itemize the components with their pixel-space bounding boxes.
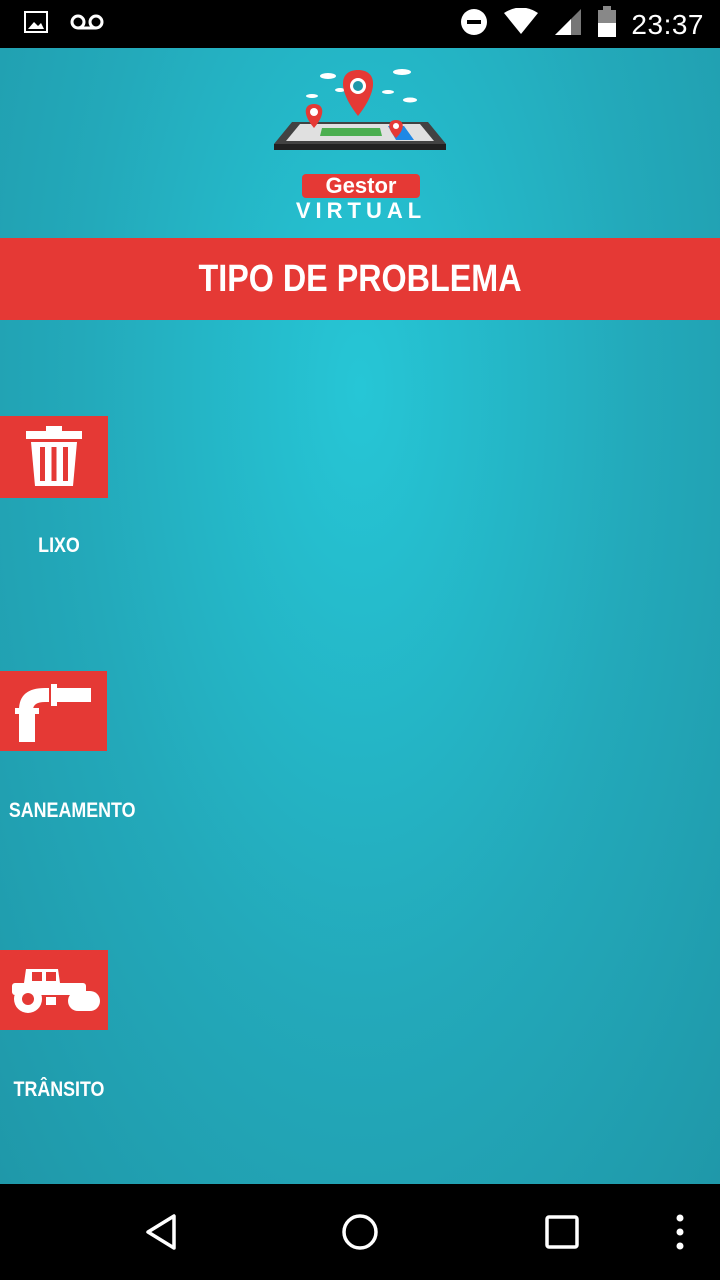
back-icon xyxy=(146,1214,176,1250)
trash-can-icon xyxy=(26,426,82,486)
category-lixo[interactable]: LIXO xyxy=(0,416,118,576)
home-button[interactable] xyxy=(338,1210,382,1254)
category-transito-button[interactable] xyxy=(0,950,108,1030)
battery-icon xyxy=(597,6,617,43)
back-button[interactable] xyxy=(140,1210,184,1254)
home-icon xyxy=(342,1214,378,1250)
logo-text-virtual: VIRTUAL xyxy=(295,198,427,223)
category-saneamento-label: SANEAMENTO xyxy=(8,799,136,822)
voicemail-icon xyxy=(70,12,104,37)
gestor-virtual-logo: Gestor VIRTUAL xyxy=(270,66,452,226)
overflow-menu-button[interactable] xyxy=(666,1210,694,1254)
wifi-icon xyxy=(503,7,539,41)
app-screen: Gestor VIRTUAL TIPO DE PROBLEMA LIXO SAN… xyxy=(0,48,720,1184)
pipe-icon xyxy=(14,684,91,742)
category-lixo-button[interactable] xyxy=(0,416,108,498)
recents-button[interactable] xyxy=(540,1210,584,1254)
status-bar: 23:37 xyxy=(0,0,720,48)
page-title: TIPO DE PROBLEMA xyxy=(198,257,522,300)
logo-text-gestor: Gestor xyxy=(302,174,420,198)
category-saneamento[interactable]: SANEAMENTO xyxy=(0,671,136,831)
image-icon xyxy=(24,10,48,39)
recents-icon xyxy=(545,1215,579,1249)
road-roller-icon xyxy=(12,969,100,1013)
clock: 23:37 xyxy=(631,8,704,40)
category-lixo-label: LIXO xyxy=(38,534,80,557)
signal-icon xyxy=(553,7,583,42)
navigation-bar xyxy=(0,1184,720,1280)
map-phone-illustration xyxy=(274,69,446,150)
category-transito[interactable]: TRÂNSITO xyxy=(0,950,118,1110)
do-not-disturb-icon xyxy=(459,7,489,42)
page-title-banner: TIPO DE PROBLEMA xyxy=(0,238,720,320)
overflow-menu-icon xyxy=(676,1214,684,1250)
category-transito-label: TRÂNSITO xyxy=(13,1078,105,1101)
category-saneamento-button[interactable] xyxy=(0,671,107,751)
